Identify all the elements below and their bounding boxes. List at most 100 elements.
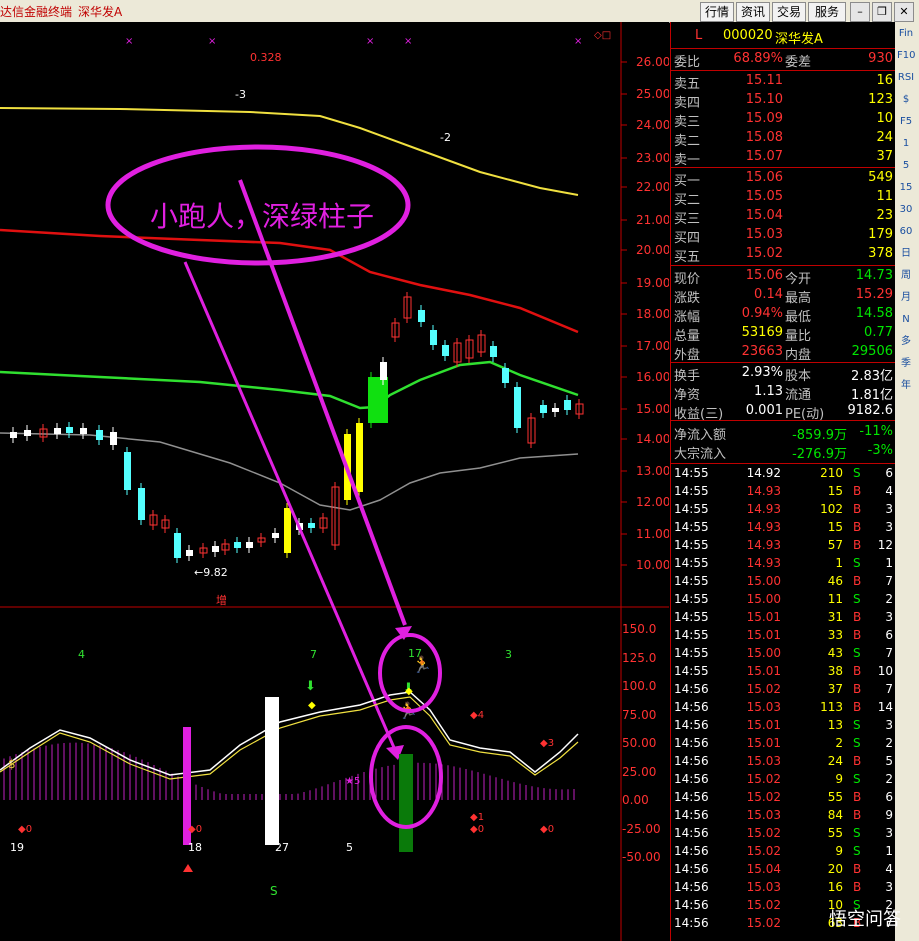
tick-row: 14:56 15.03 16 B 3 <box>674 880 893 894</box>
white-bar <box>265 697 279 845</box>
price-tick: 22.00 <box>636 180 669 194</box>
tick-row: 14:56 15.01 13 S 3 <box>674 718 893 732</box>
ask-row: 卖四 15.10 123 <box>674 92 893 111</box>
weibi-row: 委比 68.89% 委差 930 <box>674 51 893 70</box>
ask-row: 卖三 15.09 10 <box>674 111 893 130</box>
toolbar-item[interactable]: 5 <box>897 158 915 174</box>
tick-row: 14:55 14.93 57 B 12 <box>674 538 893 552</box>
quote-panel: L 000020 深华发A 委比 68.89% 委差 930 卖五 15.11 16… <box>670 22 895 941</box>
stat-row: 换手 2.93% 股本 2.83亿 <box>674 365 893 384</box>
diamond-icon: ◇□ <box>594 30 611 41</box>
toolbar-item[interactable]: F5 <box>897 114 915 130</box>
stat-row: 涨跌 0.14 最高 15.29 <box>674 287 893 306</box>
flow-row: 净流入额 -859.9万 -11% <box>674 424 893 443</box>
stock-title: 深华发A <box>78 5 123 19</box>
price-tick: 24.00 <box>636 118 669 132</box>
stat-row: 净资 1.13 流通 1.81亿 <box>674 384 893 403</box>
bid-row: 买四 15.03 179 <box>674 227 893 246</box>
trade-button[interactable]: 交易 <box>772 2 806 22</box>
ask-row: 卖二 15.08 24 <box>674 130 893 149</box>
candle-body <box>540 405 547 413</box>
side-toolbar: Fin F10 RSI $ F5 1 5 15 30 60 日周月 N 多季年 <box>895 22 919 941</box>
candle-body <box>138 488 145 520</box>
price-tick: 15.00 <box>636 402 669 416</box>
tick-row: 14:56 15.01 2 S 2 <box>674 736 893 750</box>
bid-row: 买五 15.02 378 <box>674 246 893 265</box>
tick-row: 14:55 14.93 15 B 3 <box>674 520 893 534</box>
price-tick: 19.00 <box>636 276 669 290</box>
tick-row: 14:56 15.03 84 B 9 <box>674 808 893 822</box>
kline-chart[interactable]: 26.00 25.00 24.00 23.00 22.00 21.00 20.0… <box>0 22 669 941</box>
stat-row: 总量 53169 量比 0.77 <box>674 325 893 344</box>
stat-row: 涨幅 0.94% 最低 14.58 <box>674 306 893 325</box>
ind-bottom-number: 19 <box>10 841 24 854</box>
toolbar-item[interactable]: 多 <box>897 334 915 350</box>
ind-marker: ★5 <box>345 776 360 787</box>
marker-x: × <box>574 36 582 47</box>
toolbar-item[interactable]: Fin <box>897 26 915 42</box>
toolbar-item[interactable]: RSI <box>897 70 915 86</box>
candle-body <box>246 542 253 548</box>
candle-body <box>380 362 387 380</box>
toolbar-item[interactable]: 日 <box>897 246 915 262</box>
ind-bottom-number: 5 <box>346 841 353 854</box>
code-prefix: L <box>695 28 703 43</box>
toolbar-item[interactable]: 周 <box>897 268 915 284</box>
candle-body <box>212 546 219 552</box>
ind-marker: ◆1 <box>470 812 484 823</box>
ind-top-number: 3 <box>505 648 512 661</box>
tick-row: 14:55 15.01 38 B 10 <box>674 664 893 678</box>
candle-body <box>514 387 521 428</box>
ind-marker: ◆0 <box>470 824 484 835</box>
toolbar-item[interactable]: F10 <box>897 48 915 64</box>
toolbar-item[interactable]: 60 <box>897 224 915 240</box>
toolbar-item[interactable]: $ <box>897 92 915 108</box>
restore-icon[interactable]: ❐ <box>872 2 892 22</box>
candle-body <box>54 428 61 434</box>
ind-marker: ◆4 <box>470 710 484 721</box>
toolbar-item[interactable]: 年 <box>897 378 915 394</box>
price-tick: 14.00 <box>636 432 669 446</box>
candle-body <box>66 427 73 433</box>
tick-row: 14:55 14.93 15 B 4 <box>674 484 893 498</box>
ind-marker: ◆3 <box>540 738 554 749</box>
bottom-label: 增 <box>216 593 227 607</box>
market-button[interactable]: 行情 <box>700 2 734 22</box>
dark-green-bar <box>399 754 413 852</box>
close-icon[interactable]: ✕ <box>894 2 914 22</box>
wave-label: -3 <box>235 88 246 101</box>
ind-tick: 100.0 <box>622 679 656 693</box>
minimize-icon[interactable]: – <box>850 2 870 22</box>
price-tick: 17.00 <box>636 339 669 353</box>
toolbar-item[interactable]: N <box>897 312 915 328</box>
tick-row: 14:55 15.00 11 S 2 <box>674 592 893 606</box>
diamond-icon: ◆ <box>308 700 316 711</box>
bid-row: 买二 15.05 11 <box>674 189 893 208</box>
title-bar: 达信金融终端 深华发A 行情 资讯 交易 服务 – ❐ ✕ <box>0 0 919 23</box>
toolbar-item[interactable]: 1 <box>897 136 915 152</box>
money-bag-icon: $ <box>8 757 16 771</box>
marker-x: × <box>125 36 133 47</box>
news-button[interactable]: 资讯 <box>736 2 770 22</box>
candle-body <box>552 408 559 412</box>
ind-bottom-number: 27 <box>275 841 289 854</box>
price-tick: 10.00 <box>636 558 669 572</box>
candle-body <box>356 423 363 492</box>
toolbar-item[interactable]: 30 <box>897 202 915 218</box>
diamond-icon: ◆ <box>405 686 413 697</box>
ind-tick: 75.00 <box>622 708 656 722</box>
price-tick: 23.00 <box>636 151 669 165</box>
tick-row: 14:55 15.00 43 S 7 <box>674 646 893 660</box>
ind-marker: ◆0 <box>188 824 202 835</box>
candle-body <box>368 377 388 423</box>
service-button[interactable]: 服务 <box>808 2 846 22</box>
marker-x: × <box>404 36 412 47</box>
toolbar-item[interactable]: 季 <box>897 356 915 372</box>
bid-row: 买一 15.06 549 <box>674 170 893 189</box>
stat-row: 现价 15.06 今开 14.73 <box>674 268 893 287</box>
price-tick: 11.00 <box>636 527 669 541</box>
ind-tick: -25.00 <box>622 822 661 836</box>
bid-row: 买三 15.04 23 <box>674 208 893 227</box>
toolbar-item[interactable]: 15 <box>897 180 915 196</box>
toolbar-item[interactable]: 月 <box>897 290 915 306</box>
